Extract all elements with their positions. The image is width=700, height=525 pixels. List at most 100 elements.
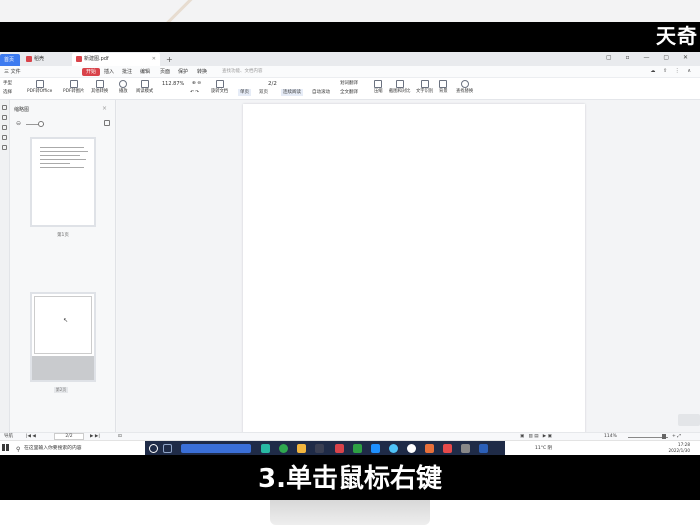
page-input[interactable]: 2/2: [54, 433, 84, 440]
page-thumbnail-2[interactable]: ↖: [30, 292, 96, 382]
rotate-doc-button[interactable]: 旋转文档: [211, 80, 228, 95]
menu-convert[interactable]: 转换: [197, 68, 207, 76]
folder-icon[interactable]: [297, 444, 306, 453]
layers-icon[interactable]: [2, 145, 7, 150]
thumb-text-line: [40, 151, 88, 152]
tab-docer-label: 稻壳: [34, 56, 45, 62]
play-label: 播放: [119, 89, 128, 94]
compress-icon: [374, 80, 383, 88]
taskbar-search[interactable]: ⚲ 在这里输入你要搜索的内容: [14, 444, 134, 453]
pdf-to-office-button[interactable]: PDF转Office: [27, 80, 52, 95]
zoom-out-icon[interactable]: ⊖: [16, 120, 21, 127]
thumb-text-line: [40, 163, 70, 164]
hand-tool[interactable]: 手型: [3, 80, 12, 87]
app-icon[interactable]: [479, 444, 488, 453]
rotate-icon: [215, 80, 224, 88]
ocr-label: 文字识别: [416, 89, 434, 94]
menu-protect[interactable]: 保护: [178, 68, 188, 76]
app-icon[interactable]: [443, 444, 452, 453]
read-mode-button[interactable]: 阅读模式: [136, 80, 153, 95]
thumbnail-size-slider[interactable]: ⊖: [16, 120, 110, 128]
file-menu[interactable]: 三 文件: [4, 68, 21, 76]
zoom-value[interactable]: 112.87%: [162, 81, 184, 87]
cortana-icon[interactable]: [149, 444, 158, 453]
thumbnail-icon[interactable]: [2, 105, 7, 110]
double-page-button[interactable]: 双页: [259, 89, 268, 96]
zoom-slider-knob[interactable]: [662, 434, 666, 439]
search-icon: [460, 80, 469, 88]
browser-icon[interactable]: [407, 444, 416, 453]
play-button[interactable]: 播放: [119, 80, 128, 95]
windows-taskbar: ⚲ 在这里输入你要搜索的内容 11°C 阴 17:28 2022/1/30: [0, 440, 700, 456]
tab-pdf-file[interactable]: 新建图.pdf ✕: [72, 53, 160, 66]
weather-widget[interactable]: 11°C 阴: [535, 441, 552, 456]
fit-icon[interactable]: [104, 120, 110, 126]
ocr-button[interactable]: 文字识别: [416, 80, 433, 95]
tab-home-label: 首页: [4, 57, 15, 63]
zoom-in-icon[interactable]: ⊕ ⊖: [192, 80, 201, 87]
monitor-stand: [270, 500, 430, 525]
thumb-text-line: [40, 147, 84, 148]
screenshot-button[interactable]: 截图和对比: [389, 80, 410, 95]
left-icon-rail: [0, 100, 10, 432]
page-thumbnail-1[interactable]: [30, 137, 96, 227]
thumbnail-panel: 缩略图 × ⊖ 第1页 ↖ 第2页: [10, 100, 116, 432]
menu-insert[interactable]: 插入: [104, 68, 114, 76]
compress-button[interactable]: 压缩: [374, 80, 383, 95]
qq-icon[interactable]: [389, 444, 398, 453]
close-icon[interactable]: ×: [102, 105, 107, 112]
search-input[interactable]: 查找功能、文档内容: [222, 68, 263, 74]
search-icon: ⚲: [16, 446, 21, 453]
system-clock[interactable]: 17:28 2022/1/30: [669, 442, 690, 454]
page-indicator[interactable]: 2/2: [268, 81, 277, 87]
comment-icon[interactable]: [2, 125, 7, 130]
ps-icon[interactable]: [315, 444, 324, 453]
close-icon[interactable]: ✕: [152, 53, 156, 66]
search-box-app[interactable]: [181, 444, 251, 453]
wps-icon[interactable]: [335, 444, 344, 453]
tab-docer[interactable]: 稻壳: [22, 53, 70, 66]
menu-start[interactable]: 开始: [82, 68, 101, 76]
find-replace-button[interactable]: 查找替换: [456, 80, 473, 95]
app-icon[interactable]: [371, 444, 380, 453]
status-bar: 导航 |◀ ◀ 2/2 ▶ ▶| ⊡ ▣ ▥ ▤ ▶ ▣ 114% + ⤢: [0, 432, 700, 440]
menu-edit[interactable]: 编辑: [140, 68, 150, 76]
clock-date: 2022/1/30: [668, 448, 690, 453]
menu-page[interactable]: 页面: [160, 68, 170, 76]
windows-start-icon[interactable]: [2, 444, 9, 451]
continuous-read-button[interactable]: 连续阅读: [281, 89, 303, 96]
document-view[interactable]: [117, 100, 700, 434]
task-view-icon[interactable]: [163, 444, 172, 453]
pdf-to-image-button[interactable]: PDF转图片: [63, 80, 84, 95]
window-controls[interactable]: ▢ ▫ — ▢ ✕: [606, 54, 694, 61]
mouse-cursor-icon: ↖: [63, 317, 69, 324]
new-tab-button[interactable]: +: [166, 54, 173, 65]
scroll-handle[interactable]: [678, 414, 700, 426]
taskbar-search-placeholder: 在这里输入你要搜索的内容: [24, 446, 82, 451]
read-mode-label: 阅读模式: [136, 89, 154, 94]
menu-right-icons[interactable]: ☁ ⇪ ⋮ ∧: [650, 68, 694, 74]
menu-bar: 三 文件 开始 插入 批注 编辑 页面 保护 转换 查找功能、文档内容 ☁ ⇪ …: [0, 66, 700, 78]
edge-icon[interactable]: [261, 444, 270, 453]
full-translate-button[interactable]: 全文翻译: [340, 89, 358, 96]
translate-button[interactable]: 划词翻译: [340, 80, 358, 87]
thumb2-page: ↖: [34, 296, 92, 354]
single-page-button[interactable]: 单页: [238, 89, 251, 96]
slider-knob[interactable]: [38, 121, 44, 127]
select-tool[interactable]: 选择: [3, 89, 12, 96]
attachment-icon[interactable]: [2, 135, 7, 140]
ribbon-toolbar: 手型 选择 PDF转Office PDF转图片 其他转换 播放 阅读模式 112…: [0, 78, 700, 100]
wechat-icon[interactable]: [353, 444, 362, 453]
menu-comment[interactable]: 批注: [122, 68, 132, 76]
bookmark-icon[interactable]: [2, 115, 7, 120]
app-icon[interactable]: [425, 444, 434, 453]
thumb-text-line: [40, 159, 86, 160]
auto-scroll-button[interactable]: 自动滚动: [312, 89, 330, 96]
background-button[interactable]: 背景: [439, 80, 448, 95]
pdf-page[interactable]: [243, 104, 585, 434]
taskbar-apps: [145, 441, 505, 456]
rotate-icons[interactable]: ↶ ↷: [190, 89, 199, 96]
app-icon[interactable]: [461, 444, 470, 453]
more-convert-button[interactable]: 其他转换: [91, 80, 108, 95]
chrome-icon[interactable]: [279, 444, 288, 453]
